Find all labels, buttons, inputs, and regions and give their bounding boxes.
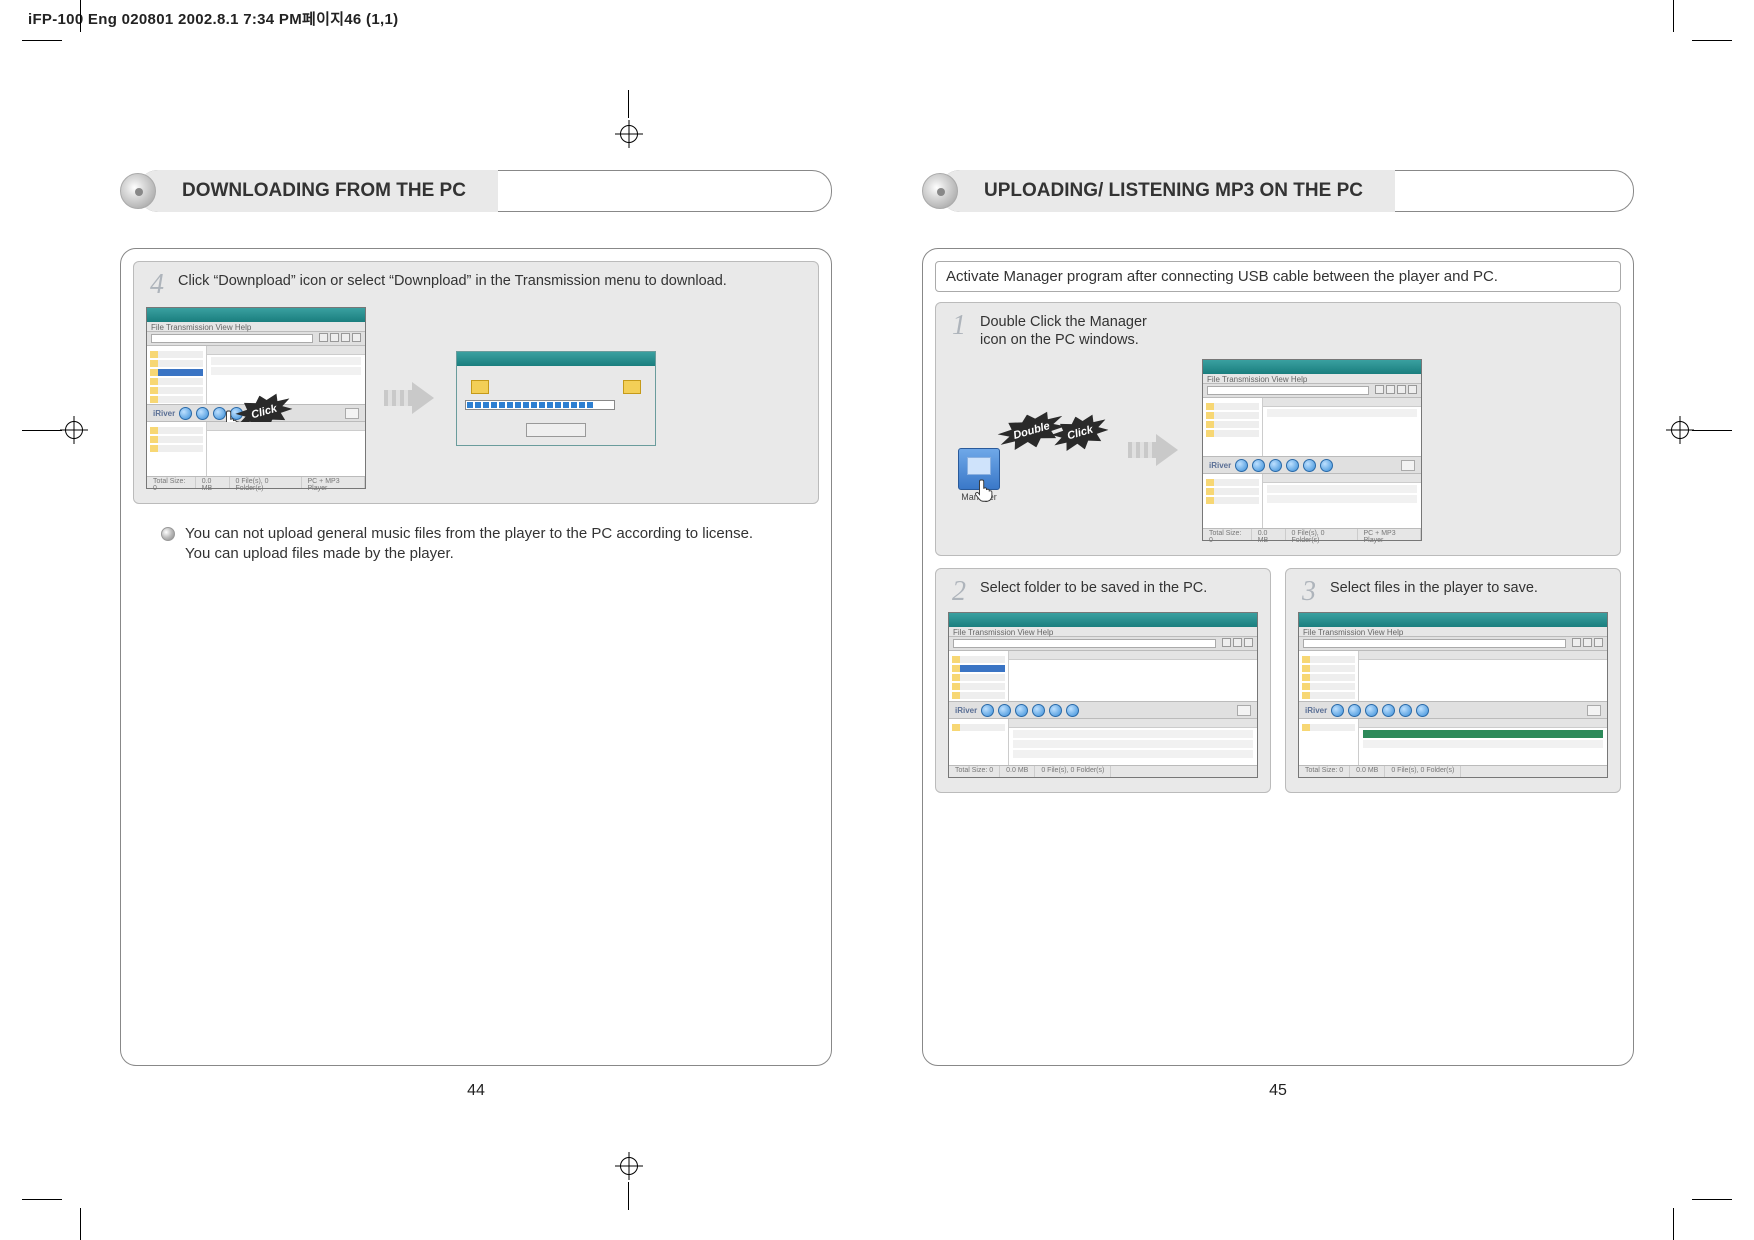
window-address-bar (147, 332, 365, 346)
double-burst: Double (1002, 413, 1061, 449)
folder-icon (471, 380, 489, 394)
folder-icon (623, 380, 641, 394)
crop-mark (22, 40, 62, 41)
step-3-panel: 3 Select files in the player to save. Fi… (1285, 568, 1621, 793)
file-list-top (207, 346, 365, 404)
page-right: UPLOADING/ LISTENING MP3 ON THE PC Activ… (922, 170, 1634, 1100)
crop-mark (628, 1182, 629, 1210)
step-number: 4 (146, 272, 168, 297)
page-number: 44 (120, 1082, 832, 1100)
section-title-row: UPLOADING/ LISTENING MP3 ON THE PC (922, 170, 1634, 212)
page-number: 45 (922, 1082, 1634, 1100)
bullet-dot-icon (120, 173, 156, 209)
file-list-bottom (207, 422, 365, 476)
note-block: You can not upload general music files f… (161, 524, 791, 565)
bullet-icon (161, 527, 175, 541)
crop-mark (1673, 1208, 1674, 1240)
toolbar-icon (179, 407, 192, 420)
manager-app-screenshot: File Transmission View Help iRiver Total… (948, 612, 1258, 778)
crop-mark (22, 430, 62, 431)
content-panel-left: 4 Click “Downpload” icon or select “Down… (120, 248, 832, 1066)
progress-bar (465, 400, 615, 410)
content-panel-right: Activate Manager program after connectin… (922, 248, 1634, 1066)
progress-dialog (456, 351, 656, 446)
toolbar-button (345, 408, 359, 419)
brand-label: iRiver (153, 409, 175, 418)
arrow-right-icon (1128, 432, 1182, 468)
section-title: DOWNLOADING FROM THE PC (138, 170, 498, 212)
crop-mark (628, 90, 629, 118)
registration-mark (615, 1152, 643, 1180)
section-title-row: DOWNLOADING FROM THE PC (120, 170, 832, 212)
manager-app-screenshot: File Transmission View Help (146, 307, 366, 489)
step-number: 3 (1298, 579, 1320, 604)
player-tree (147, 422, 207, 476)
arrow-right-icon (384, 380, 438, 416)
section-title: UPLOADING/ LISTENING MP3 ON THE PC (940, 170, 1395, 212)
crop-mark (80, 1208, 81, 1240)
bullet-dot-icon (922, 173, 958, 209)
step-text: Double Click the Manager icon on the PC … (980, 313, 1160, 349)
manager-app-screenshot: File Transmission View Help iRiver (1202, 359, 1422, 541)
intro-box: Activate Manager program after connectin… (935, 261, 1621, 292)
page-left: DOWNLOADING FROM THE PC 4 Click “Downplo… (120, 170, 832, 1100)
toolbar-middle: iRiver Click (147, 404, 365, 422)
crop-mark (1692, 1199, 1732, 1200)
print-header: iFP-100 Eng 020801 2002.8.1 7:34 PM페이지46… (28, 8, 398, 29)
crop-mark (1692, 40, 1732, 41)
hand-cursor-icon (974, 478, 996, 504)
note-line: You can not upload general music files f… (185, 524, 753, 544)
step-2-panel: 2 Select folder to be saved in the PC. F… (935, 568, 1271, 793)
crop-mark (80, 0, 81, 32)
window-titlebar (147, 308, 365, 322)
step-4-panel: 4 Click “Downpload” icon or select “Down… (133, 261, 819, 504)
dialog-titlebar (457, 352, 655, 366)
step-text: Select folder to be saved in the PC. (980, 579, 1207, 597)
folder-tree (147, 346, 207, 404)
crop-mark (1673, 0, 1674, 32)
step-number: 2 (948, 579, 970, 604)
step-text: Click “Downpload” icon or select “Downpl… (178, 272, 727, 290)
step-text: Select files in the player to save. (1330, 579, 1538, 597)
click-burst: Click (1056, 417, 1105, 450)
step-1-panel: 1 Double Click the Manager icon on the P… (935, 302, 1621, 556)
status-bar: Total Size: 00.0 MB0 File(s), 0 Folder(s… (147, 476, 365, 488)
dialog-ok-button (526, 423, 586, 437)
crop-mark (1692, 430, 1732, 431)
note-line: You can upload files made by the player. (185, 544, 753, 564)
window-menubar: File Transmission View Help (147, 322, 365, 332)
manager-app-screenshot: File Transmission View Help iRiver Total… (1298, 612, 1608, 778)
crop-mark (22, 1199, 62, 1200)
toolbar-icon (196, 407, 209, 420)
step-number: 1 (948, 313, 970, 338)
